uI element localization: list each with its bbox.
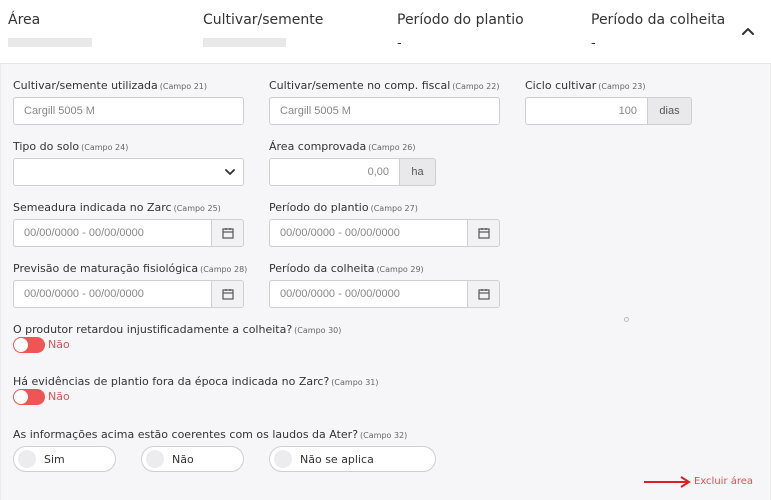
chevron-up-icon[interactable]: [741, 24, 755, 38]
cultivar-fiscal-label: Cultivar/semente no comp. fiscal (Campo 2…: [269, 79, 500, 92]
periodo-colheita-input[interactable]: 00/00/0000 - 00/00/0000: [269, 280, 468, 308]
semeadura-calendar-button[interactable]: [212, 219, 244, 247]
periodo-plantio-label: Período do plantio (Campo 27): [269, 201, 418, 214]
evidencias-plantio-state: Não: [48, 390, 70, 403]
header-col-area: Área: [8, 12, 41, 28]
periodo-colheita-label: Período da colheita (Campo 29): [269, 262, 424, 275]
header-col-periodo-colheita: Período da colheita: [591, 12, 726, 28]
radio-circle: [146, 450, 164, 468]
header-periodo-colheita-value: -: [591, 36, 596, 51]
cultivar-fiscal-input[interactable]: Cargill 5005 M: [269, 97, 500, 125]
calendar-icon: [221, 228, 234, 239]
ciclo-cultivar-input[interactable]: 100: [525, 97, 648, 125]
cultivar-value-placeholder: [203, 38, 286, 47]
evidencias-plantio-toggle[interactable]: [13, 389, 45, 405]
header-col-periodo-plantio: Período do plantio: [397, 12, 524, 28]
ciclo-unit-addon: dias: [648, 97, 692, 125]
maturacao-label: Previsão de maturação fisiológica (Campo …: [13, 262, 248, 275]
header-periodo-plantio-value: -: [397, 36, 402, 51]
evidencias-plantio-label: Há evidências de plantio fora da época i…: [13, 375, 379, 388]
retardou-colheita-state: Não: [48, 338, 70, 351]
retardou-colheita-toggle[interactable]: [13, 337, 45, 353]
periodo-plantio-input[interactable]: 00/00/0000 - 00/00/0000: [269, 219, 468, 247]
excluir-area-link[interactable]: Excluir área: [694, 476, 753, 487]
semeadura-zarc-input[interactable]: 00/00/0000 - 00/00/0000: [13, 219, 212, 247]
coerentes-ater-label: As informações acima estão coerentes com…: [13, 428, 408, 441]
area-unit-addon: ha: [400, 158, 436, 186]
header-col-cultivar: Cultivar/semente: [203, 12, 324, 28]
calendar-icon: [477, 289, 490, 300]
periodo-plantio-calendar-button[interactable]: [468, 219, 500, 247]
cultivar-utilizada-input[interactable]: Cargill 5005 M: [13, 97, 244, 125]
area-comprovada-label: Área comprovada (Campo 26): [269, 140, 416, 153]
chevron-down-icon: [225, 169, 235, 175]
arrow-right-icon: [644, 476, 691, 488]
cultivar-utilizada-label: Cultivar/semente utilizada (Campo 21): [13, 79, 207, 92]
tipo-solo-select[interactable]: [13, 158, 244, 186]
calendar-icon: [221, 289, 234, 300]
area-value-placeholder: [8, 38, 92, 47]
maturacao-input[interactable]: 00/00/0000 - 00/00/0000: [13, 280, 212, 308]
loading-dot: [624, 317, 629, 322]
maturacao-calendar-button[interactable]: [212, 280, 244, 308]
coerentes-option-nao-se-aplica[interactable]: Não se aplica: [269, 446, 436, 472]
area-comprovada-input[interactable]: 0,00: [269, 158, 400, 186]
semeadura-zarc-label: Semeadura indicada no Zarc (Campo 25): [13, 201, 221, 214]
coerentes-option-nao[interactable]: Não: [141, 446, 244, 472]
tipo-solo-label: Tipo do solo (Campo 24): [13, 140, 129, 153]
radio-circle: [18, 450, 36, 468]
retardou-colheita-label: O produtor retardou injustificadamente a…: [13, 323, 342, 336]
calendar-icon: [477, 228, 490, 239]
periodo-colheita-calendar-button[interactable]: [468, 280, 500, 308]
coerentes-option-sim[interactable]: Sim: [13, 446, 116, 472]
radio-circle: [274, 450, 292, 468]
ciclo-cultivar-label: Ciclo cultivar (Campo 23): [525, 79, 646, 92]
area-header[interactable]: Área Cultivar/semente Período do plantio…: [0, 0, 771, 64]
